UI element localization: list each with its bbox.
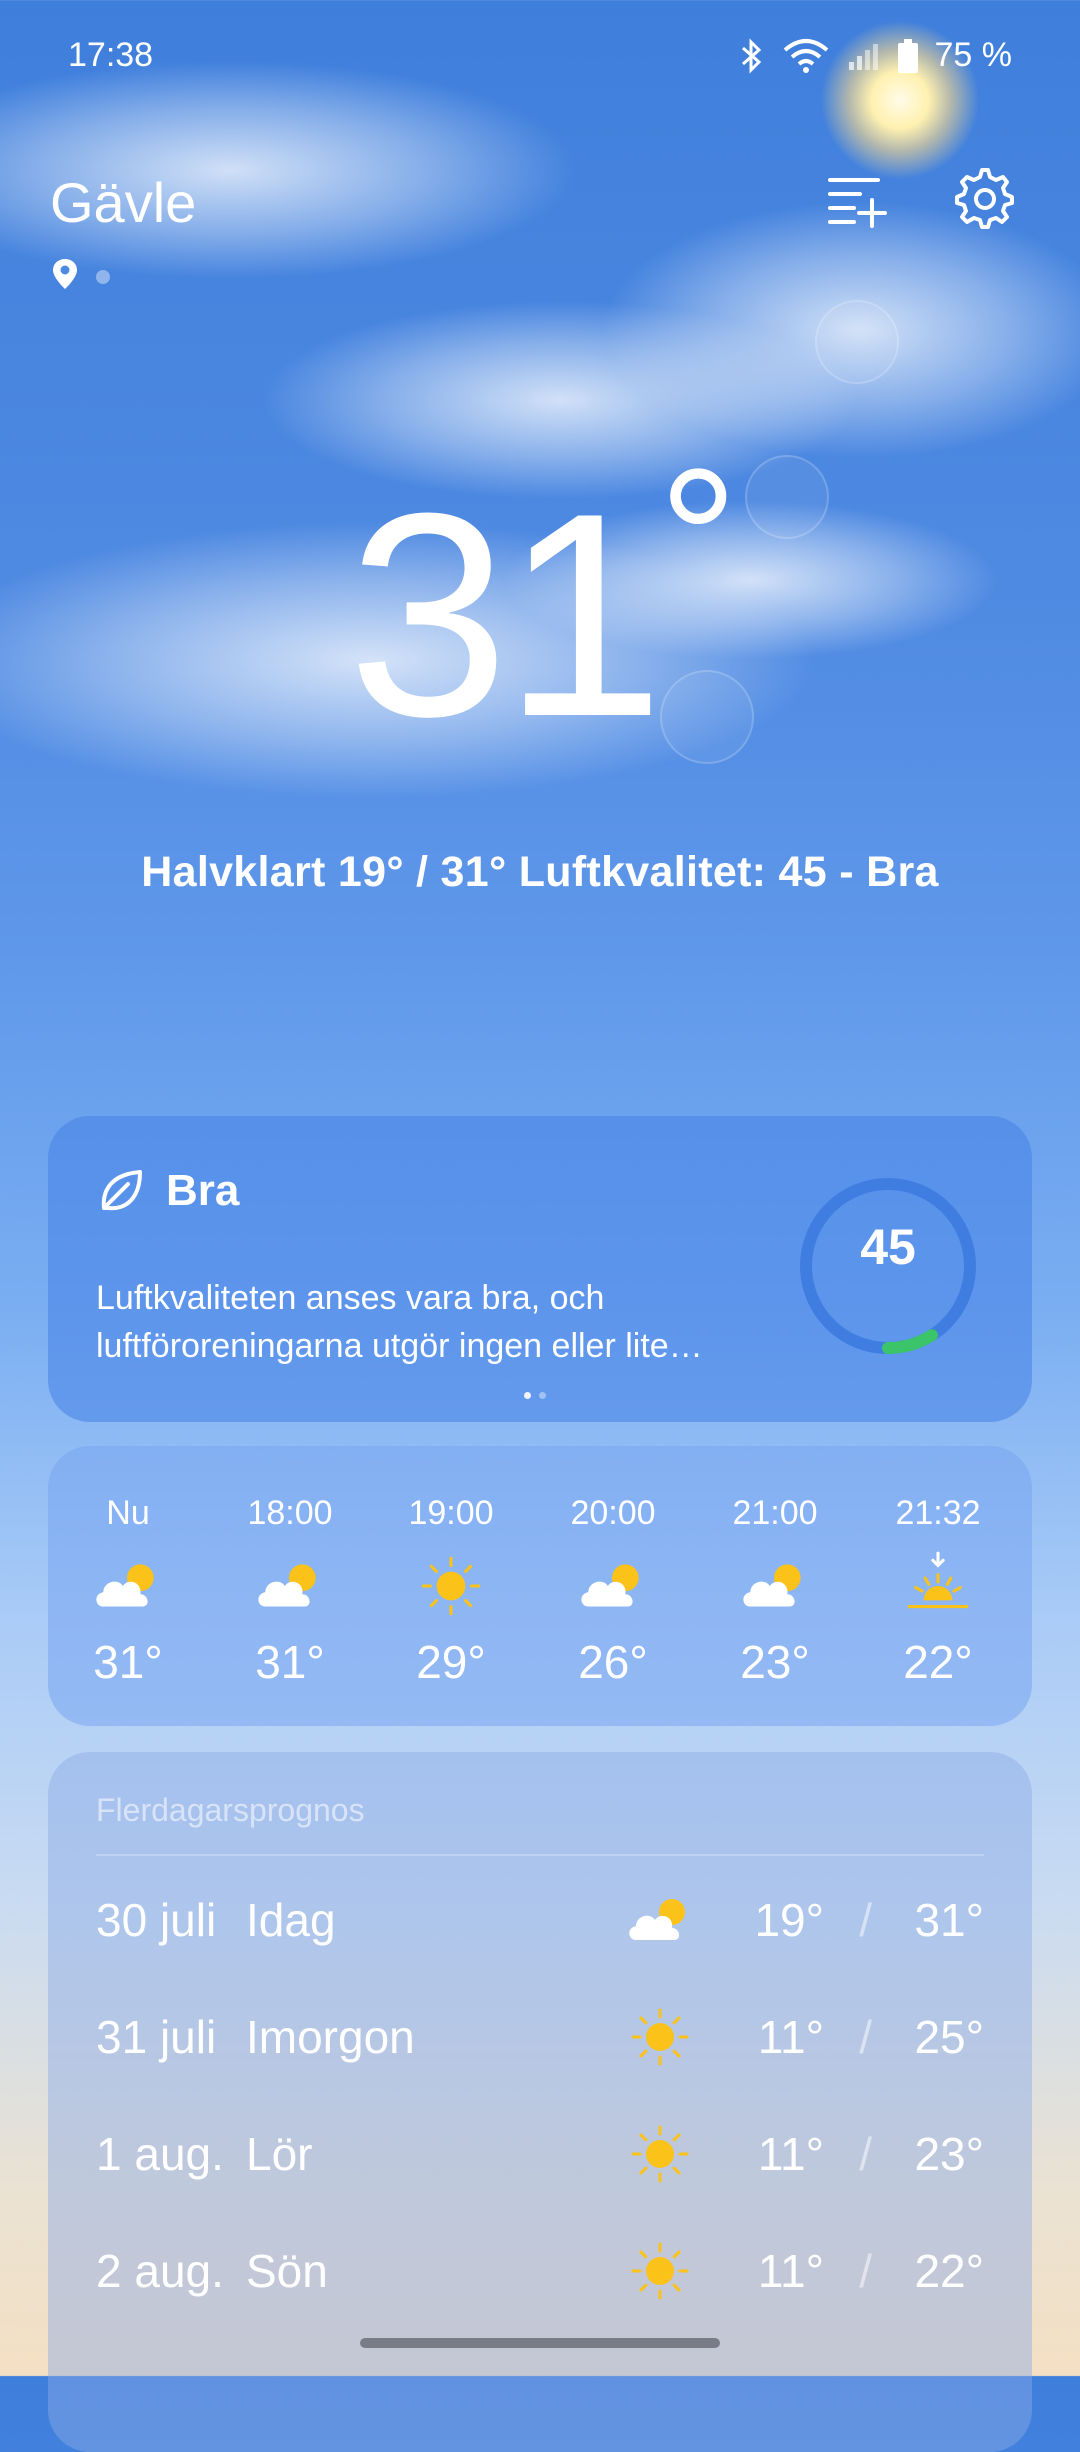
partly-cloudy-icon (695, 1547, 855, 1625)
air-quality-value: 45 (860, 1219, 916, 1275)
daily-high: 23° (914, 2128, 984, 2180)
hourly-forecast-card[interactable]: Nu 31° 18:00 31° 19:00 29° 20:00 26° 21:00 2… (48, 1446, 1032, 1726)
daily-forecast-title: Flerdagarsprognos (96, 1792, 365, 1828)
air-quality-label: Bra (166, 1166, 240, 1215)
partly-cloudy-icon (210, 1547, 370, 1625)
daily-row[interactable]: 1 aug. Lör 11° / 23° (96, 2114, 984, 2194)
battery-icon (897, 38, 919, 74)
hourly-item: 19:00 29° (371, 1494, 531, 1689)
daily-row[interactable]: 31 juli Imorgon 11° / 25° (96, 1997, 984, 2077)
daily-date: 30 juli (96, 1894, 217, 1946)
hourly-time: 18:00 (247, 1494, 333, 1532)
hourly-item: 21:00 23° (695, 1494, 855, 1689)
partly-cloudy-icon (533, 1547, 693, 1625)
hourly-time: 20:00 (570, 1494, 656, 1532)
daily-day: Sön (246, 2245, 328, 2297)
temp-separator: / (859, 2011, 872, 2063)
hourly-temp: 31° (93, 1636, 163, 1688)
partly-cloudy-icon (624, 1884, 696, 1967)
page-dot (96, 269, 110, 284)
hourly-temp: 26° (578, 1636, 648, 1688)
signal-icon (847, 40, 881, 72)
sunset-icon (858, 1547, 1018, 1625)
hourly-time: 21:32 (895, 1494, 981, 1532)
daily-low: 19° (754, 1894, 824, 1946)
wifi-icon (781, 38, 831, 74)
status-bar: 17:38 75 % (68, 36, 1012, 86)
daily-day: Imorgon (246, 2011, 415, 2063)
daily-date: 1 aug. (96, 2128, 224, 2180)
hourly-item: 20:00 26° (533, 1494, 693, 1689)
hourly-time: 21:00 (732, 1494, 818, 1532)
battery-percent: 75 % (934, 36, 1013, 74)
hourly-item: 21:32 22° (858, 1494, 1018, 1689)
home-indicator[interactable] (360, 2338, 720, 2348)
hourly-temp: 29° (416, 1636, 486, 1688)
air-quality-card[interactable]: Bra Luftkvaliteten anses vara bra, och l… (48, 1116, 1032, 1422)
settings-gear-icon[interactable] (954, 168, 1016, 235)
daily-day: Idag (246, 1894, 336, 1946)
city-name[interactable]: Gävle (50, 170, 196, 235)
daily-low: 11° (757, 2128, 824, 2180)
daily-date: 2 aug. (96, 2245, 224, 2297)
weather-summary[interactable]: Halvklart 19° / 31° Luftkvalitet: 45 - B… (0, 848, 1080, 897)
daily-date: 31 juli (96, 2011, 217, 2063)
status-time: 17:38 (68, 36, 154, 74)
sun-icon (624, 2001, 696, 2084)
temp-separator: / (859, 1894, 872, 1946)
hourly-temp: 31° (255, 1636, 325, 1688)
hourly-item: Nu 31° (48, 1494, 208, 1689)
location-page-indicator (52, 258, 110, 295)
daily-low: 11° (757, 2011, 824, 2063)
daily-high: 22° (914, 2245, 984, 2297)
temperature-value: 31 (347, 453, 665, 777)
sun-icon (371, 1547, 531, 1625)
hourly-time: Nu (106, 1494, 150, 1532)
daily-row[interactable]: 30 juli Idag 19° / 31° (96, 1880, 984, 1960)
card-pager (524, 1392, 546, 1399)
location-pin-icon (52, 258, 78, 295)
pager-dot (524, 1392, 531, 1399)
temp-separator: / (859, 2128, 872, 2180)
partly-cloudy-icon (48, 1547, 208, 1625)
daily-high: 25° (914, 2011, 984, 2063)
divider (96, 1854, 984, 1856)
pager-dot (539, 1392, 546, 1399)
sun-icon (624, 2118, 696, 2201)
hourly-item: 18:00 31° (210, 1494, 370, 1689)
leaf-icon (98, 1168, 144, 1219)
sun-icon (624, 2235, 696, 2318)
air-quality-description: Luftkvaliteten anses vara bra, och luftf… (96, 1274, 796, 1370)
description-line: Luftkvaliteten anses vara bra, och (96, 1279, 605, 1317)
temp-separator: / (859, 2245, 872, 2297)
hourly-temp: 23° (740, 1636, 810, 1688)
hourly-time: 19:00 (408, 1494, 494, 1532)
bluetooth-icon (739, 37, 765, 74)
degree-symbol: ° (658, 428, 738, 651)
current-temperature: 31° (0, 440, 1080, 761)
daily-row[interactable]: 2 aug. Sön 11° / 22° (96, 2231, 984, 2311)
daily-low: 11° (757, 2245, 824, 2297)
daily-high: 31° (914, 1894, 984, 1946)
hourly-temp: 22° (903, 1636, 973, 1688)
description-line: luftföroreningarna utgör ingen eller lit… (96, 1327, 703, 1365)
daily-day: Lör (246, 2128, 313, 2180)
manage-cities-icon[interactable] (826, 168, 888, 235)
